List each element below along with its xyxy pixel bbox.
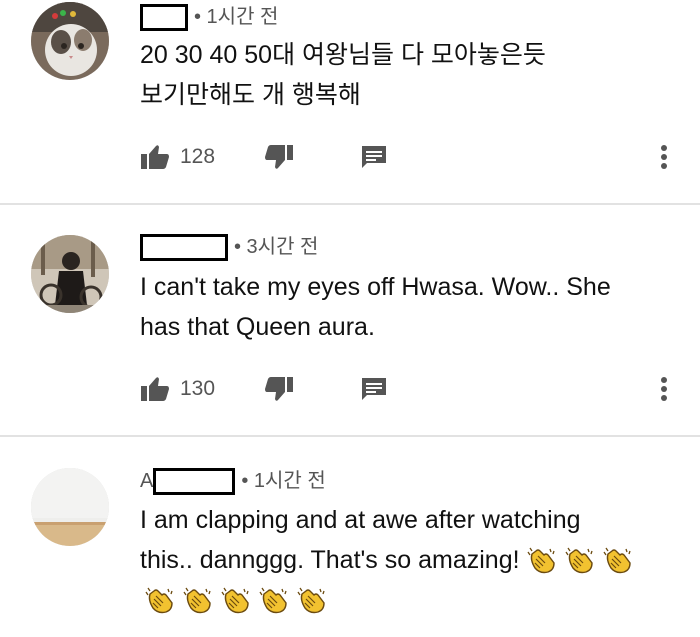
- avatar[interactable]: [31, 2, 109, 80]
- clapping-hands-icon: [603, 548, 631, 574]
- clapping-hands-icon: [221, 588, 249, 614]
- more-vert-icon: [661, 377, 667, 401]
- avatar[interactable]: [31, 468, 109, 546]
- clap-emojis: [520, 546, 634, 574]
- reply-button[interactable]: [360, 137, 388, 177]
- like-button[interactable]: 130: [140, 369, 215, 409]
- person-avatar-icon: [31, 235, 109, 313]
- comment-line: I can't take my eyes off Hwasa. Wow.. Sh…: [140, 273, 611, 301]
- comment-line: I am clapping and at awe after watching: [140, 506, 581, 534]
- comment-time: • 1시간 전: [241, 470, 326, 492]
- comment-item: A • 1시간 전 I am clapping and at awe after …: [0, 437, 700, 637]
- author-name-redacted[interactable]: [140, 234, 228, 262]
- thumbs-down-icon: [265, 377, 293, 401]
- thumbs-up-icon: [141, 145, 169, 169]
- author-name-redacted[interactable]: [140, 4, 188, 32]
- comment-line: 보기만해도 개 행복해: [140, 81, 361, 109]
- comment-meta: • 3시간 전: [140, 233, 319, 262]
- comment-actions: 128: [0, 137, 700, 177]
- avatar[interactable]: [31, 235, 109, 313]
- cat-avatar-icon: [31, 2, 109, 80]
- room-avatar-icon: [31, 468, 109, 546]
- comment-time: • 1시간 전: [194, 6, 279, 28]
- comment-line: [138, 580, 680, 620]
- reply-icon: [362, 378, 386, 400]
- comment-line: has that Queen aura.: [140, 313, 375, 341]
- clapping-hands-icon: [565, 548, 593, 574]
- thumbs-down-icon: [265, 145, 293, 169]
- dislike-button[interactable]: [264, 369, 294, 409]
- comment-time: • 3시간 전: [234, 236, 319, 258]
- comment-text: I am clapping and at awe after watching …: [140, 500, 680, 620]
- comment-item: • 3시간 전 I can't take my eyes off Hwasa. …: [0, 205, 700, 435]
- more-options-button[interactable]: [658, 137, 670, 177]
- clap-emojis: [138, 586, 328, 614]
- clapping-hands-icon: [259, 588, 287, 614]
- more-options-button[interactable]: [658, 369, 670, 409]
- comment-meta: • 1시간 전: [140, 3, 279, 32]
- clapping-hands-icon: [527, 548, 555, 574]
- clapping-hands-icon: [145, 588, 173, 614]
- comment-line: this.. dannggg. That's so amazing!: [140, 540, 680, 580]
- comment-meta: A • 1시간 전: [140, 467, 326, 496]
- comment-actions: 130: [0, 369, 700, 409]
- comment-text: I can't take my eyes off Hwasa. Wow.. Sh…: [140, 267, 680, 347]
- comment-line-text: this.. dannggg. That's so amazing!: [140, 546, 520, 574]
- like-count: 130: [180, 377, 216, 400]
- like-button[interactable]: 128: [140, 137, 215, 177]
- author-prefix: A: [140, 470, 154, 492]
- clapping-hands-icon: [183, 588, 211, 614]
- thumbs-up-icon: [141, 377, 169, 401]
- clapping-hands-icon: [297, 588, 325, 614]
- author-name-redacted[interactable]: [153, 468, 236, 496]
- comment-text: 20 30 40 50대 여왕님들 다 모아놓은듯 보기만해도 개 행복해: [140, 35, 680, 115]
- reply-button[interactable]: [360, 369, 388, 409]
- dislike-button[interactable]: [264, 137, 294, 177]
- more-vert-icon: [661, 145, 667, 169]
- comment-item: • 1시간 전 20 30 40 50대 여왕님들 다 모아놓은듯 보기만해도 …: [0, 0, 700, 203]
- reply-icon: [362, 146, 386, 168]
- like-count: 128: [180, 145, 216, 168]
- comment-line: 20 30 40 50대 여왕님들 다 모아놓은듯: [140, 41, 546, 69]
